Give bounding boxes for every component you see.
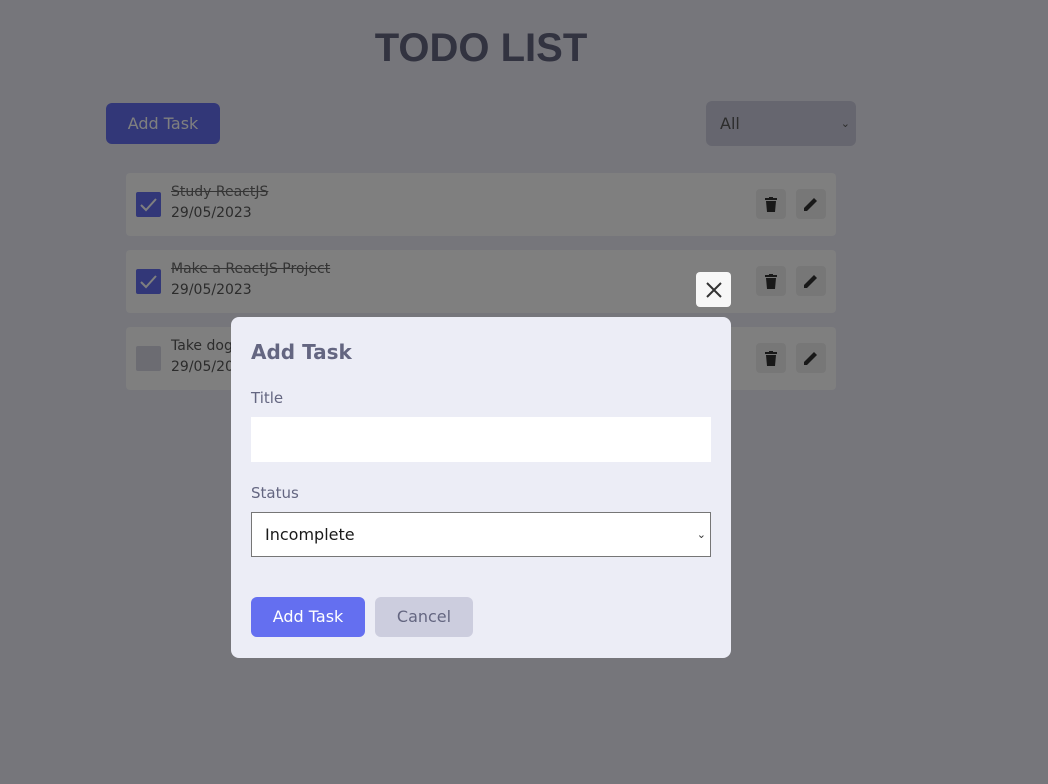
submit-task-button[interactable]: Add Task (251, 597, 365, 637)
close-icon (705, 281, 722, 298)
status-select[interactable]: Incomplete ⌄ (251, 512, 711, 557)
status-label: Status (251, 484, 299, 502)
chevron-down-icon: ⌄ (696, 528, 706, 541)
modal-title: Add Task (251, 340, 352, 364)
add-task-modal: Add Task Title Status Incomplete ⌄ Add T… (231, 317, 731, 658)
modal-close-button[interactable] (696, 272, 731, 307)
status-select-value: Incomplete (265, 525, 355, 544)
cancel-button[interactable]: Cancel (375, 597, 473, 637)
title-label: Title (251, 389, 284, 407)
title-input[interactable] (251, 417, 711, 462)
